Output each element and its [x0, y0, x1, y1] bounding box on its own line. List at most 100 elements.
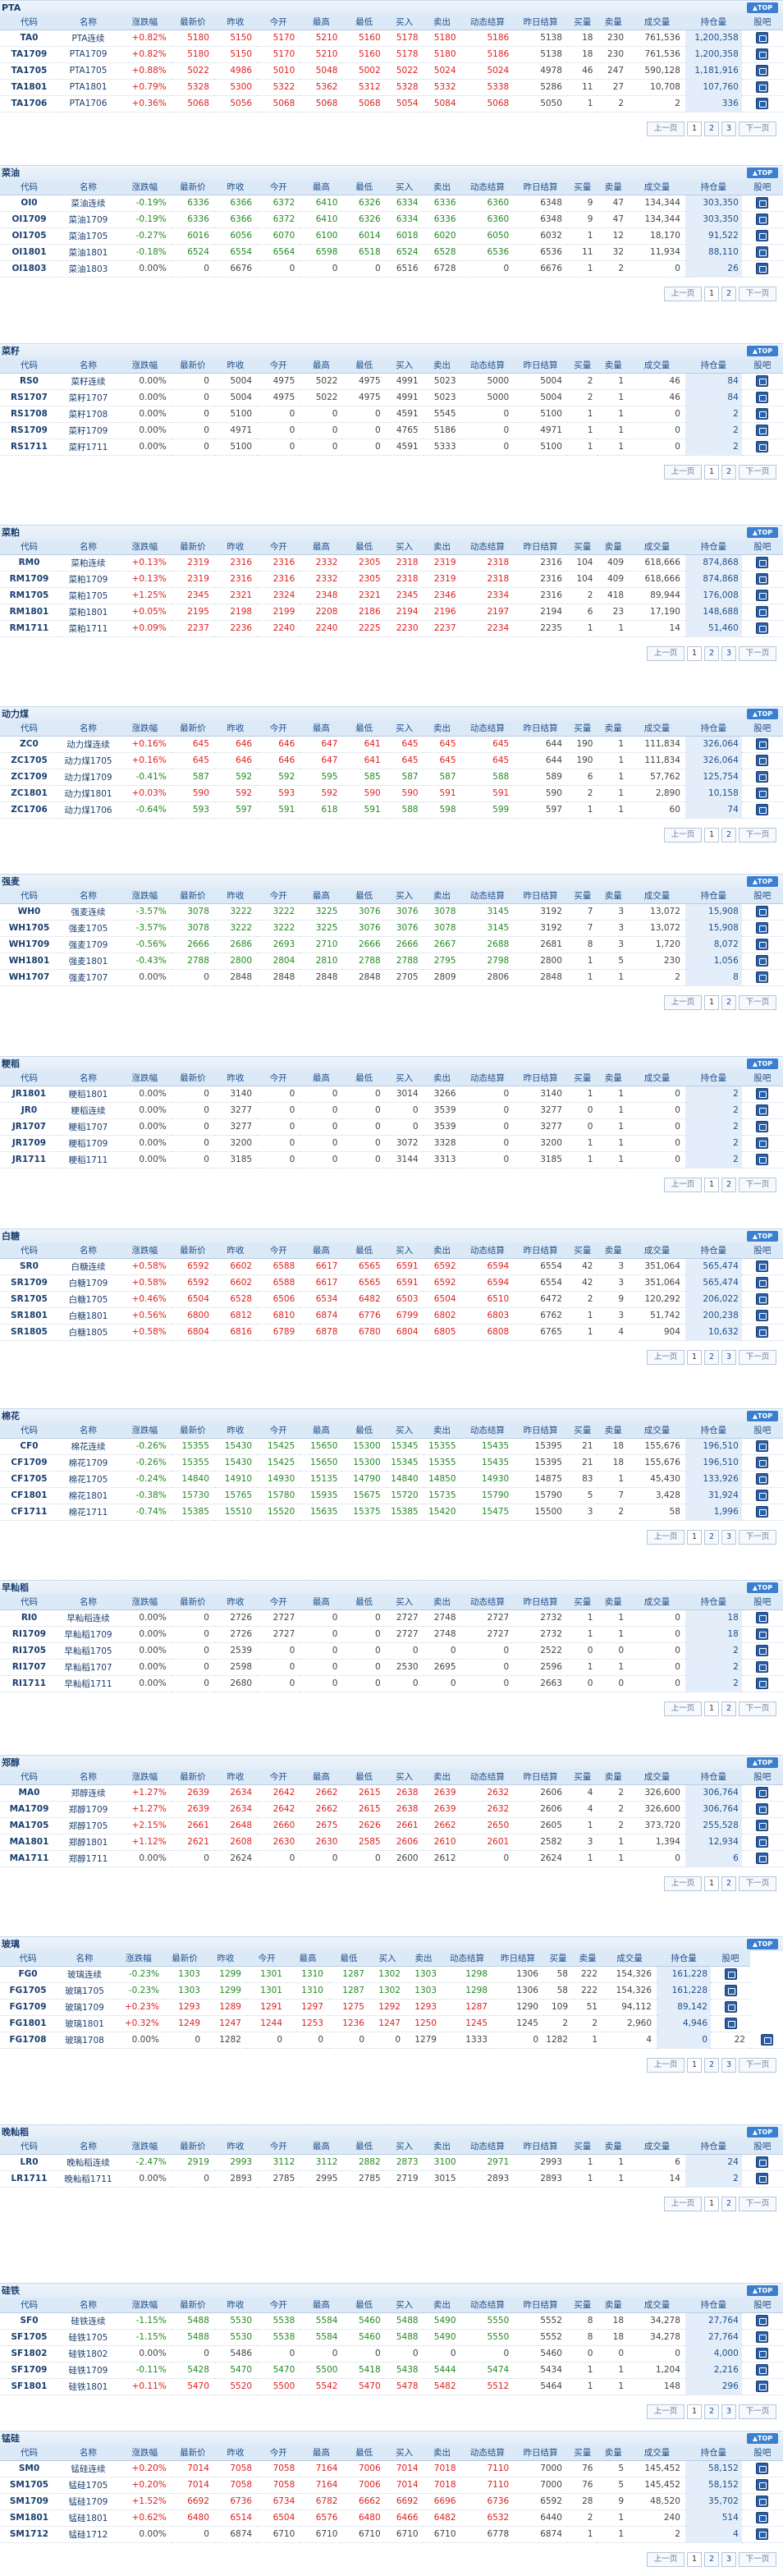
forum-icon[interactable]	[756, 375, 769, 387]
contract-code-link[interactable]: OI1705	[0, 227, 58, 245]
prev-page-button[interactable]: 上一页	[647, 646, 685, 661]
contract-code-link[interactable]: RS1707	[0, 389, 58, 406]
quote-row[interactable]: RS1709 菜籽1709 0.00% 0 4971 0 0 0 4765 5186 0 4971 1 1…	[0, 422, 783, 439]
contract-code-link[interactable]: SR1709	[0, 1274, 58, 1292]
quote-row[interactable]: TA0 PTA连续 +0.82% 5180 5150 5170 5210 5160 5178 51…	[0, 30, 783, 47]
quote-row[interactable]: ZC1706 动力煤1706 -0.64% 593 597 591 618 591 588 598…	[0, 801, 783, 819]
contract-name-link[interactable]: 棉花连续	[57, 1438, 119, 1455]
contract-name-link[interactable]: 菜粕1705	[57, 587, 119, 604]
forum-icon[interactable]	[756, 622, 769, 634]
contract-code-link[interactable]: CF1801	[0, 1487, 58, 1504]
back-to-top-button[interactable]: ▲TOP	[747, 2, 778, 13]
contract-code-link[interactable]: MA1705	[0, 1817, 58, 1834]
forum-icon[interactable]	[756, 606, 769, 618]
contract-name-link[interactable]: 菜油连续	[57, 195, 119, 212]
quote-row[interactable]: WH1801 强麦1801 -0.43% 2788 2800 2804 2810 2788 27…	[0, 953, 783, 970]
page-number-button[interactable]: 1	[687, 2404, 702, 2419]
page-number-button[interactable]: 1	[687, 1530, 702, 1545]
next-page-button[interactable]: 下一页	[739, 2058, 776, 2073]
quote-row[interactable]: CF1705 棉花1705 -0.24% 14840 14910 14930 15135 14…	[0, 1471, 783, 1488]
contract-name-link[interactable]: 粳稻1801	[57, 1086, 119, 1103]
next-page-button[interactable]: 下一页	[739, 2404, 776, 2419]
contract-code-link[interactable]: RI1711	[0, 1675, 58, 1692]
prev-page-button[interactable]: 上一页	[664, 1876, 702, 1891]
forum-icon[interactable]	[756, 1820, 769, 1831]
next-page-button[interactable]: 下一页	[739, 1350, 776, 1365]
quote-row[interactable]: SM1712 锰硅1712 0.00% 0 6874 6710 6710 6710 6710 67…	[0, 2526, 783, 2543]
contract-name-link[interactable]: 锰硅连续	[57, 2460, 119, 2477]
forum-icon[interactable]	[756, 48, 769, 60]
contract-name-link[interactable]: 玻璃连续	[56, 1966, 113, 1983]
forum-icon[interactable]	[756, 1326, 769, 1338]
forum-icon[interactable]	[756, 1645, 769, 1656]
quote-row[interactable]: OI1801 菜油1801 -0.18% 6524 6554 6564 6598 6518 65…	[0, 244, 783, 261]
quote-row[interactable]: FG1708 玻璃1708 0.00% 0 1282 0 0 0 0 1279 1333 0 1282 1…	[0, 2032, 783, 2049]
page-number-button[interactable]: 1	[704, 287, 719, 301]
forum-icon[interactable]	[756, 2381, 769, 2392]
contract-name-link[interactable]: 菜粕1711	[57, 620, 119, 637]
contract-code-link[interactable]: ZC1705	[0, 752, 58, 769]
contract-name-link[interactable]: 菜油1709	[57, 211, 119, 228]
forum-icon[interactable]	[756, 1277, 769, 1288]
prev-page-button[interactable]: 上一页	[647, 122, 685, 136]
next-page-button[interactable]: 下一页	[739, 2197, 776, 2211]
page-number-button[interactable]: 2	[721, 287, 736, 301]
quote-row[interactable]: OI1803 菜油1803 0.00% 0 6676 0 0 0 6516 6728 0 6676 1 2…	[0, 260, 783, 278]
contract-name-link[interactable]: 锰硅1709	[57, 2493, 119, 2510]
forum-icon[interactable]	[756, 804, 769, 815]
contract-code-link[interactable]: FG1708	[0, 2032, 56, 2049]
forum-icon[interactable]	[756, 2463, 769, 2474]
prev-page-button[interactable]: 上一页	[664, 1701, 702, 1716]
contract-code-link[interactable]: SM1705	[0, 2477, 58, 2494]
contract-code-link[interactable]: RI1709	[0, 1626, 58, 1643]
contract-code-link[interactable]: RM1801	[0, 604, 58, 621]
next-page-button[interactable]: 下一页	[739, 1530, 776, 1545]
forum-icon[interactable]	[756, 1803, 769, 1815]
contract-code-link[interactable]: MA1709	[0, 1801, 58, 1818]
contract-name-link[interactable]: 菜籽1707	[57, 389, 119, 406]
page-number-button[interactable]: 1	[687, 122, 702, 136]
contract-code-link[interactable]: CF0	[0, 1438, 58, 1455]
back-to-top-button[interactable]: ▲TOP	[747, 1411, 778, 1421]
forum-icon[interactable]	[756, 1612, 769, 1623]
quote-row[interactable]: OI1709 菜油1709 -0.19% 6336 6366 6372 6410 6326 63…	[0, 211, 783, 228]
forum-icon[interactable]	[756, 1661, 769, 1673]
contract-code-link[interactable]: RI0	[0, 1609, 58, 1627]
page-number-button[interactable]: 3	[721, 1350, 736, 1365]
quote-row[interactable]: WH1705 强麦1705 -3.57% 3078 3222 3222 3225 3076 30…	[0, 920, 783, 937]
forum-icon[interactable]	[756, 197, 769, 209]
contract-code-link[interactable]: SR1801	[0, 1307, 58, 1325]
quote-row[interactable]: SF1705 硅铁1705 -1.15% 5488 5530 5538 5584 5460 54…	[0, 2329, 783, 2346]
contract-code-link[interactable]: RM0	[0, 554, 58, 572]
quote-row[interactable]: SF1802 硅铁1802 0.00% 0 5486 0 0 0 0 0 0 5460 0 0 0 4,000	[0, 2345, 783, 2362]
contract-name-link[interactable]: PTA连续	[57, 30, 119, 47]
contract-name-link[interactable]: 强麦1707	[57, 969, 119, 986]
contract-name-link[interactable]: 玻璃1708	[56, 2032, 113, 2049]
contract-name-link[interactable]: 早籼稻1711	[57, 1675, 119, 1692]
quote-row[interactable]: SM1801 锰硅1801 +0.62% 6480 6514 6504 6576 6480 64…	[0, 2509, 783, 2527]
quote-row[interactable]: SF1801 硅铁1801 +0.11% 5470 5520 5500 5542 5470 54…	[0, 2378, 783, 2395]
contract-code-link[interactable]: RS0	[0, 373, 58, 390]
contract-name-link[interactable]: 白糖1801	[57, 1307, 119, 1325]
contract-code-link[interactable]: RS1708	[0, 406, 58, 423]
contract-name-link[interactable]: 早籼稻连续	[57, 1609, 119, 1627]
page-number-button[interactable]: 3	[721, 2058, 736, 2073]
forum-icon[interactable]	[756, 1628, 769, 1640]
contract-name-link[interactable]: 菜油1803	[57, 260, 119, 278]
contract-name-link[interactable]: 强麦1801	[57, 953, 119, 970]
next-page-button[interactable]: 下一页	[739, 465, 776, 480]
forum-icon[interactable]	[756, 771, 769, 783]
forum-icon[interactable]	[756, 1836, 769, 1848]
quote-row[interactable]: RI1709 早籼稻1709 0.00% 0 2726 2727 0 0 2727 2748 272…	[0, 1626, 783, 1643]
back-to-top-button[interactable]: ▲TOP	[747, 876, 778, 887]
contract-code-link[interactable]: SM1709	[0, 2493, 58, 2510]
forum-icon[interactable]	[724, 2001, 737, 2013]
quote-row[interactable]: CF1711 棉花1711 -0.74% 15385 15510 15520 15635 15…	[0, 1504, 783, 1521]
quote-row[interactable]: JR1801 粳稻1801 0.00% 0 3140 0 0 0 3014 3266 0 3140 1 1…	[0, 1086, 783, 1103]
contract-code-link[interactable]: RS1711	[0, 439, 58, 456]
forum-icon[interactable]	[756, 939, 769, 950]
contract-name-link[interactable]: 强麦1705	[57, 920, 119, 937]
contract-code-link[interactable]: WH0	[0, 903, 58, 921]
page-number-button[interactable]: 2	[721, 1876, 736, 1891]
forum-icon[interactable]	[756, 1121, 769, 1132]
